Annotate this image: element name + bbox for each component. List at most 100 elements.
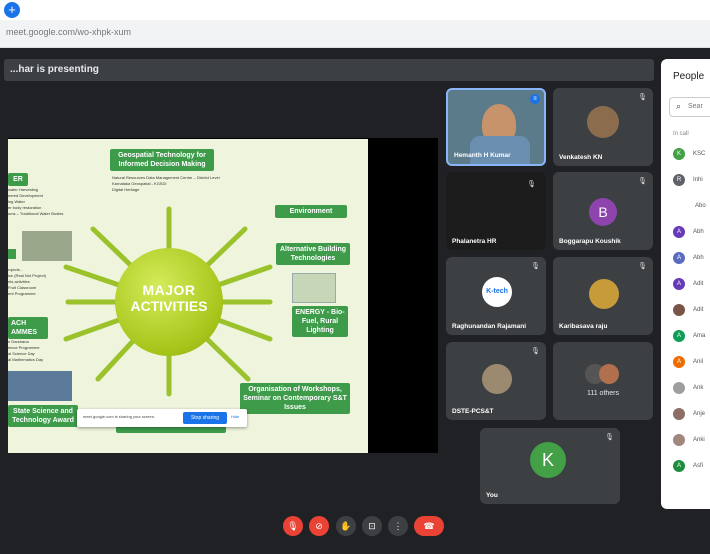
participant-name[interactable]: KSC xyxy=(693,151,705,157)
outreach-bullets: n Darshana ience Programme al Science Da… xyxy=(8,339,88,363)
avatar: K xyxy=(530,442,566,478)
bullet: ums – Traditional Water Bodies xyxy=(8,211,64,216)
more-options-button[interactable]: ⋮ xyxy=(388,516,408,536)
people-panel: People ⌕ Sear In call K KSC R Inhi Abo A Abh A A… xyxy=(661,59,710,509)
sharing-notice: meet.google.com is sharing your screen. … xyxy=(77,409,247,427)
avatar xyxy=(599,364,619,384)
participant-avatar xyxy=(673,434,685,446)
box-energy: ENERGY - Bio-Fuel, Rural Lighting xyxy=(292,306,348,337)
mic-off-icon: 🎙 xyxy=(638,178,647,185)
mic-off-icon: 🎙 xyxy=(527,181,536,188)
participant-name[interactable]: Abo xyxy=(695,203,706,209)
tile-you[interactable]: 🎙 K You xyxy=(480,428,620,504)
mic-off-icon: 🎙 xyxy=(531,348,540,355)
outreach-image xyxy=(8,371,72,401)
leave-call-button[interactable]: ☎ xyxy=(414,516,444,536)
box-projects xyxy=(8,249,16,259)
participant-name[interactable]: Anki xyxy=(693,437,705,443)
box-geospatial: Geospatial Technology for Informed Decis… xyxy=(110,149,214,171)
tile-name: Raghunandan Rajamani xyxy=(452,323,527,330)
participant-name[interactable]: Adit xyxy=(693,281,703,287)
mic-off-icon: 🎙 xyxy=(605,434,614,441)
tile-dste[interactable]: 🎙 DSTE-PCS&T xyxy=(446,342,546,420)
tile-name: You xyxy=(486,492,498,499)
avatar: K-tech xyxy=(482,277,512,307)
box-water: ER xyxy=(8,173,28,186)
bullet: al Mathematics Day xyxy=(8,357,44,362)
participant-avatar: R xyxy=(673,174,685,186)
participant-name[interactable]: Adit xyxy=(693,307,703,313)
mic-off-icon: 🎙 xyxy=(638,94,647,101)
bullet: Digital Heritage xyxy=(112,187,140,192)
mic-off-icon: 🎙 xyxy=(638,263,647,270)
tile-venkatesh[interactable]: 🎙 Venkatesh KN xyxy=(553,88,653,166)
tile-raghunandan[interactable]: 🎙 K-tech Raghunandan Rajamani xyxy=(446,257,546,335)
participant-avatar: A xyxy=(673,226,685,238)
tile-hemanth[interactable]: ≡ Hemanth H Kumar xyxy=(446,88,546,166)
tile-phalanetra[interactable]: 🎙 Phalanetra HR xyxy=(446,172,546,250)
hub-line-1: MAJOR xyxy=(142,282,196,298)
tile-name: Venkatesh KN xyxy=(559,154,603,161)
participant-avatar: A xyxy=(673,460,685,472)
participant-avatar xyxy=(673,382,685,394)
water-bullets: water Harvesting nered Development ing W… xyxy=(8,187,88,217)
speaking-icon: ≡ xyxy=(530,94,540,104)
presenting-label: ...har is presenting xyxy=(10,64,99,75)
participant-avatar: A xyxy=(673,356,685,368)
avatar xyxy=(589,279,619,309)
stop-sharing-button[interactable]: Stop sharing xyxy=(183,412,227,424)
box-state-science: State Science and Technology Award xyxy=(8,405,78,427)
people-title: People xyxy=(673,71,705,82)
participant-name[interactable]: Ank xyxy=(693,385,703,391)
bullet: ent Programme xyxy=(8,291,36,296)
participant-shirt xyxy=(470,136,530,164)
participant-name[interactable]: Anil xyxy=(693,359,703,365)
tile-name: Hemanth H Kumar xyxy=(454,152,511,159)
participant-name[interactable]: Asfi xyxy=(693,463,703,469)
mic-off-icon: 🎙 xyxy=(531,263,540,270)
camera-off-button[interactable]: ⊘ xyxy=(309,516,329,536)
geospatial-bullets: Natural Resources Data Management Centre… xyxy=(112,175,262,193)
box-outreach: ACH AMMES xyxy=(8,317,48,339)
presenting-banner: ...har is presenting xyxy=(4,59,654,81)
tile-others[interactable]: 111 others xyxy=(553,342,653,420)
in-call-label: In call xyxy=(673,131,689,137)
participant-name[interactable]: Anje xyxy=(693,411,705,417)
participant-name[interactable]: Ama xyxy=(693,333,705,339)
box-alternative-building: Alternative Building Technologies xyxy=(276,243,350,265)
tile-name: Karibasava raju xyxy=(559,323,608,330)
projects-bullets: rojects - ice (Real Not Project) nts act… xyxy=(8,267,88,297)
participant-avatar xyxy=(673,408,685,420)
participant-avatar: K xyxy=(673,148,685,160)
tile-name: Phalanetra HR xyxy=(452,238,497,245)
tile-name: DSTE-PCS&T xyxy=(452,408,494,415)
hide-button[interactable]: Hide xyxy=(231,414,239,419)
avatar: B xyxy=(589,198,617,226)
participant-avatar xyxy=(673,304,685,316)
browser-topbar: + xyxy=(0,0,710,20)
avatar xyxy=(482,364,512,394)
box-workshops: Organisation of Workshops, Seminar on Co… xyxy=(240,383,350,414)
major-activities-hub: MAJOR ACTIVITIES xyxy=(115,248,223,356)
water-image xyxy=(22,231,72,261)
participant-name[interactable]: Abh xyxy=(693,229,704,235)
mic-off-button[interactable]: 🎙 xyxy=(283,516,303,536)
address-bar[interactable]: meet.google.com/wo-xhpk-xum xyxy=(0,20,710,48)
building-image xyxy=(292,273,336,303)
present-button[interactable]: ⊡ xyxy=(362,516,382,536)
meet-logo-icon: + xyxy=(4,2,20,18)
url-text: meet.google.com/wo-xhpk-xum xyxy=(6,27,132,37)
tile-name: Boggarapu Koushik xyxy=(559,238,621,245)
search-icon: ⌕ xyxy=(676,101,682,111)
raise-hand-button[interactable]: ✋ xyxy=(336,516,356,536)
participant-name[interactable]: Inhi xyxy=(693,177,703,183)
participant-avatar: A xyxy=(673,252,685,264)
people-search-input[interactable]: ⌕ Sear xyxy=(669,97,710,117)
shared-slide: MAJOR ACTIVITIES Geospatial Technology f… xyxy=(8,139,368,453)
hub-line-2: ACTIVITIES xyxy=(130,298,208,314)
avatar xyxy=(587,106,619,138)
participant-name[interactable]: Abh xyxy=(693,255,704,261)
tile-karibasava[interactable]: 🎙 Karibasava raju xyxy=(553,257,653,335)
tile-boggarapu[interactable]: 🎙 B Boggarapu Koushik xyxy=(553,172,653,250)
box-environment: Environment xyxy=(275,205,347,218)
